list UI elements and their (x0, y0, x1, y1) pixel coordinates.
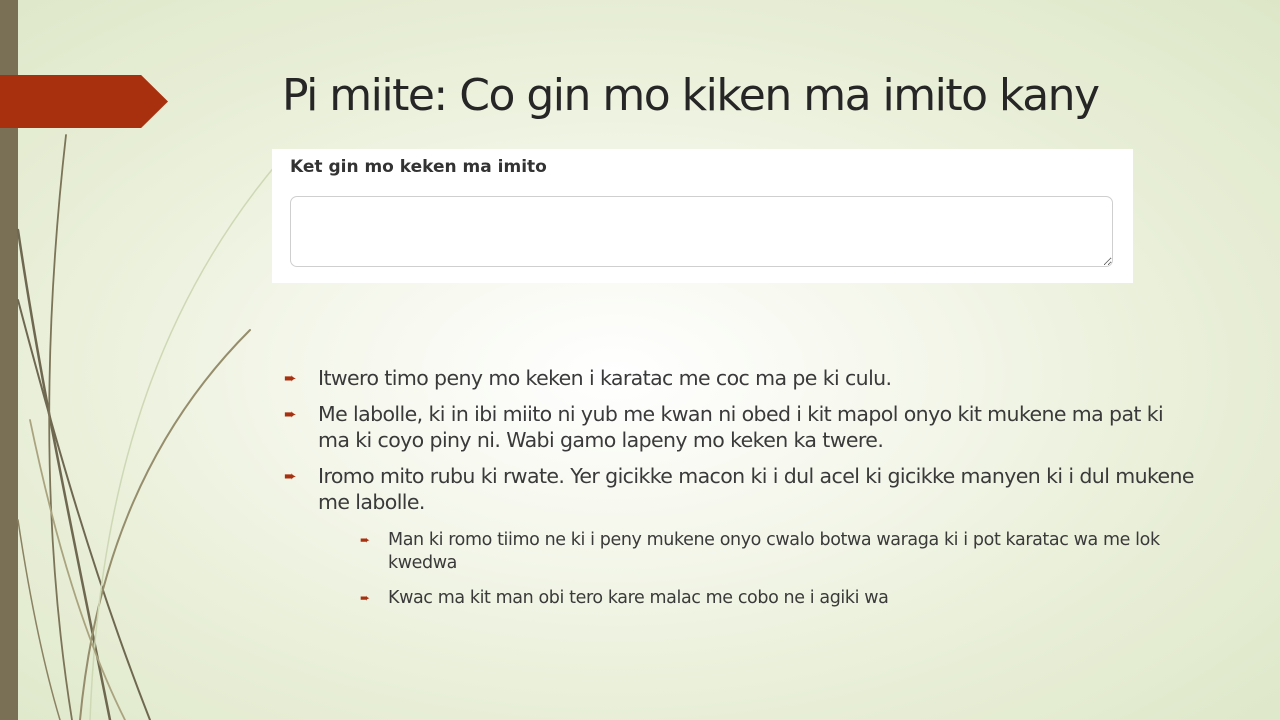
answer-textarea[interactable] (290, 196, 1113, 267)
bullet-item: ➨ Itwero timo peny mo keken i karatac me… (284, 365, 1194, 391)
sub-bullet-text: Kwac ma kit man obi tero kare malac me c… (388, 588, 889, 608)
sub-bullet-list: ➨ Man ki romo tiimo ne ki i peny mukene … (360, 529, 1180, 610)
slide-title: Pi miite: Co gin mo kiken ma imito kany (282, 70, 1100, 121)
bullet-item: ➨ Me labolle, ki in ibi miito ni yub me … (284, 401, 1194, 453)
sub-bullet-text: Man ki romo tiimo ne ki i peny mukene on… (388, 530, 1160, 573)
bullet-text: Me labolle, ki in ibi miito ni yub me kw… (318, 402, 1164, 452)
arrow-bullet-icon: ➨ (284, 467, 297, 485)
bullet-list: ➨ Itwero timo peny mo keken i karatac me… (284, 365, 1195, 622)
arrow-bullet-icon: ➨ (360, 591, 370, 605)
arrow-bullet-icon: ➨ (284, 369, 297, 387)
title-accent-arrow (0, 75, 168, 128)
bullet-item: ➨ Iromo mito rubu ki rwate. Yer gicikke … (284, 463, 1195, 610)
form-field-label: Ket gin mo keken ma imito (290, 157, 547, 177)
form-screenshot-panel: Ket gin mo keken ma imito (272, 149, 1133, 283)
grass-curve (79, 329, 251, 720)
bullet-text: Iromo mito rubu ki rwate. Yer gicikke ma… (318, 464, 1195, 514)
arrow-bullet-icon: ➨ (284, 405, 297, 423)
grass-curve (29, 419, 126, 720)
sub-bullet-item: ➨ Kwac ma kit man obi tero kare malac me… (360, 587, 1180, 610)
sub-bullet-item: ➨ Man ki romo tiimo ne ki i peny mukene … (360, 529, 1180, 575)
bullet-text: Itwero timo peny mo keken i karatac me c… (318, 366, 892, 390)
arrow-bullet-icon: ➨ (360, 533, 370, 547)
grass-curve (16, 228, 112, 720)
